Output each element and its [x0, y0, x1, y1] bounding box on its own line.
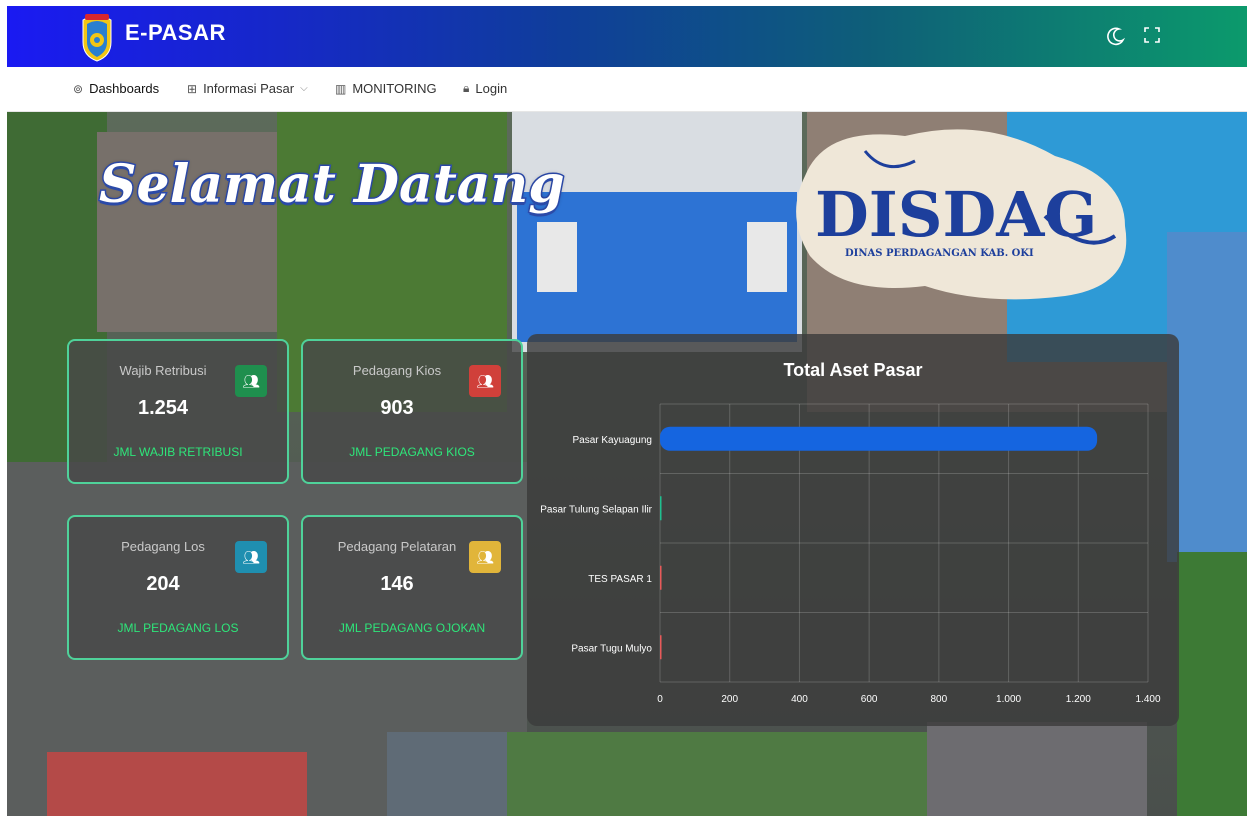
card-sub: JML PEDAGANG OJOKAN: [338, 621, 486, 635]
x-tick-label: 1.000: [996, 694, 1021, 705]
nav-login-label: Login: [475, 81, 508, 96]
users-icon: 👥︎: [469, 365, 501, 397]
bar-chart-icon: ▥: [335, 81, 347, 96]
nav-informasi-pasar[interactable]: ⊞ Informasi Pasar ⌵: [187, 81, 308, 96]
card-pedagang-kios: Pedagang Kios 👥︎ 903 JML PEDAGANG KIOS: [301, 339, 523, 484]
bar-pasar-tulung-selapan-ilir[interactable]: [660, 496, 662, 521]
x-tick-label: 400: [791, 694, 808, 705]
welcome-heading: Selamat Datang: [98, 153, 567, 217]
nav-monitoring-label: MONITORING: [352, 81, 437, 96]
card-value: 204: [146, 573, 180, 595]
card-value: 146: [380, 573, 414, 595]
card-pedagang-los: Pedagang Los 👥︎ 204 JML PEDAGANG LOS: [67, 515, 289, 660]
grid-icon: ⊞: [187, 81, 198, 96]
dashboard-icon: ⊚: [73, 81, 84, 96]
y-category-label: TES PASAR 1: [588, 574, 652, 585]
bar-tes-pasar-1[interactable]: [660, 565, 662, 590]
card-label: Pedagang Kios: [352, 363, 442, 378]
nav-login[interactable]: 🔒︎ Login: [463, 81, 507, 96]
card-wajib-retribusi: Wajib Retribusi 👥︎ 1.254 JML WAJIB RETRI…: [67, 339, 289, 484]
x-tick-label: 800: [931, 694, 948, 705]
brand-title[interactable]: E-PASAR: [125, 20, 226, 46]
card-sub: JML PEDAGANG LOS: [117, 621, 239, 635]
users-icon: 👥︎: [235, 365, 267, 397]
nav-dashboards-label: Dashboards: [89, 81, 160, 96]
nav-dashboards[interactable]: ⊚ Dashboards: [73, 81, 159, 96]
card-sub: JML WAJIB RETRIBUSI: [113, 445, 243, 459]
x-tick-label: 600: [861, 694, 878, 705]
card-label: Pedagang Los: [121, 539, 205, 554]
main-nav: ⊚ Dashboards ⊞ Informasi Pasar ⌵ ▥ MONIT…: [7, 67, 1247, 112]
chevron-down-icon: ⌵: [300, 83, 308, 94]
bar-pasar-tugu-mulyo[interactable]: [660, 635, 662, 660]
x-tick-label: 200: [721, 694, 738, 705]
moon-icon[interactable]: [1105, 26, 1127, 48]
card-value: 903: [380, 397, 414, 419]
top-header: E-PASAR: [7, 6, 1247, 67]
card-value: 1.254: [137, 397, 189, 419]
regency-emblem-icon: [82, 14, 112, 62]
x-tick-label: 1.400: [1135, 694, 1160, 705]
lock-icon: 🔒︎: [463, 81, 470, 95]
x-tick-label: 1.200: [1066, 694, 1091, 705]
users-icon: 👥︎: [235, 541, 267, 573]
card-pedagang-pelataran: Pedagang Pelataran 👥︎ 146 JML PEDAGANG O…: [301, 515, 523, 660]
hero-section: Selamat Datang DISDAG DINAS PERDAGANGAN …: [7, 112, 1247, 816]
x-tick-label: 0: [657, 694, 663, 705]
nav-informasi-pasar-label: Informasi Pasar: [203, 81, 295, 96]
aset-pasar-chart: 0 200 400 600 800 1.000 1.200 1.400 Pasar Kayuag…: [540, 403, 1161, 705]
chart-panel: Total Aset Pasar 0 200 400 600 800 1.000 1.200…: [527, 334, 1179, 726]
y-category-label: Pasar Tulung Selapan Ilir: [540, 504, 652, 515]
y-category-label: Pasar Tugu Mulyo: [571, 643, 652, 654]
disdag-subtitle: DINAS PERDAGANGAN KAB. OKI: [845, 248, 1034, 259]
fullscreen-icon[interactable]: [1141, 26, 1163, 48]
disdag-logo: DISDAG DINAS PERDAGANGAN KAB. OKI: [796, 129, 1127, 300]
card-label: Wajib Retribusi: [119, 363, 207, 378]
nav-monitoring[interactable]: ▥ MONITORING: [335, 81, 437, 96]
y-category-label: Pasar Kayuagung: [572, 435, 652, 446]
users-icon: 👥︎: [469, 541, 501, 573]
card-sub: JML PEDAGANG KIOS: [349, 445, 475, 459]
card-label: Pedagang Pelataran: [337, 539, 457, 554]
disdag-title: DISDAG: [815, 178, 1097, 251]
bar-pasar-kayuagung[interactable]: [660, 426, 1098, 451]
